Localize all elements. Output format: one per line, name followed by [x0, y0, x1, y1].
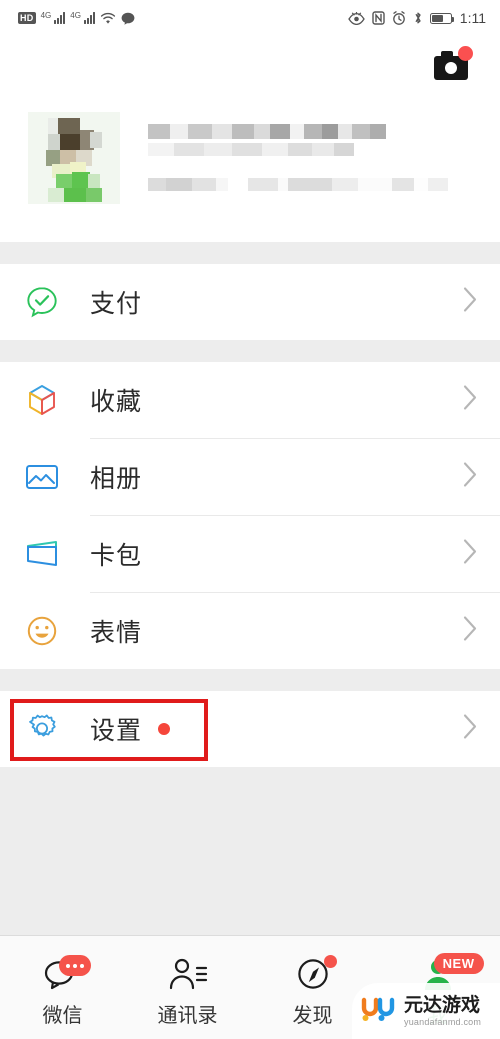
profile-card[interactable] [0, 98, 500, 242]
pay-icon [22, 285, 62, 319]
status-bar: HD 4G 4G 1:11 [0, 0, 500, 36]
discover-new-badge [323, 955, 337, 968]
menu-item-label: 表情 [90, 618, 143, 647]
favorites-cube-icon [22, 383, 62, 417]
nfc-icon [372, 11, 385, 25]
stickers-smiley-icon [22, 615, 62, 647]
tab-label: 通讯录 [157, 1003, 218, 1027]
menu-item-stickers[interactable]: 表情 [0, 593, 500, 669]
cards-wallet-icon [22, 539, 62, 569]
camera-lens-icon [445, 62, 457, 74]
settings-new-badge [158, 723, 171, 735]
message-bubble-icon [121, 12, 135, 25]
watermark-text: 元达游戏 yuandafanmd.com [404, 993, 482, 1027]
menu-item-label: 支付 [90, 289, 143, 318]
menu-group-settings: 设置 [0, 691, 500, 767]
album-photo-icon [22, 462, 62, 492]
profile-nickname [148, 124, 482, 139]
menu-item-cards[interactable]: 卡包 [0, 516, 500, 592]
avatar-px [86, 188, 102, 202]
tab-label: 发现 [292, 1003, 333, 1027]
battery-icon [429, 12, 455, 24]
avatar-px [48, 134, 60, 150]
tab-wechat[interactable]: 微信 [0, 936, 125, 1039]
profile-text [148, 112, 482, 191]
camera-new-badge [458, 46, 473, 61]
tab-contacts[interactable]: 通讯录 [125, 936, 250, 1039]
avatar-px [64, 188, 88, 202]
menu-group-pay: 支付 [0, 264, 500, 340]
chevron-right-icon [463, 714, 478, 745]
chevron-right-icon [463, 616, 478, 647]
yu-logo-icon [360, 996, 398, 1026]
chevron-right-icon [463, 385, 478, 416]
section-gap [0, 340, 500, 362]
profile-wechat-id [148, 178, 482, 191]
menu-group-tools: 收藏 相册 卡包 表情 [0, 362, 500, 669]
wechat-me-screen: HD 4G 4G 1:11 支付 收藏 相册 卡包 表情 设置 微信 通讯录 发… [0, 0, 500, 1039]
hd-badge: HD [18, 12, 36, 24]
signal-4g-1-icon: 4G [41, 12, 66, 24]
alarm-icon [392, 11, 406, 25]
camera-row [0, 36, 500, 98]
menu-item-label: 设置 [90, 716, 143, 745]
bottom-tab-bar: 微信 通讯录 发现 NEW 元达游戏 yuandafanmd.com [0, 935, 500, 1039]
menu-item-pay[interactable]: 支付 [0, 264, 500, 340]
site-watermark: 元达游戏 yuandafanmd.com [352, 983, 500, 1039]
status-bar-left: HD 4G 4G [18, 12, 135, 25]
wechat-unread-badge [58, 955, 91, 976]
tab-label: 微信 [42, 1003, 83, 1027]
status-bar-right: 1:11 [348, 10, 486, 26]
chat-bubble-icon [33, 953, 93, 995]
contacts-person-icon [158, 953, 218, 995]
bottom-filler [0, 767, 500, 935]
settings-gear-icon [22, 712, 62, 746]
status-bar-clock: 1:11 [459, 10, 486, 26]
discover-compass-icon [283, 953, 343, 995]
menu-item-label: 卡包 [90, 541, 143, 570]
menu-item-album[interactable]: 相册 [0, 439, 500, 515]
bluetooth-icon [413, 11, 423, 25]
wifi-icon [100, 12, 116, 25]
avatar[interactable] [28, 112, 120, 204]
chevron-right-icon [463, 287, 478, 318]
signal-4g-2-icon: 4G [70, 12, 95, 24]
watermark-brand: 元达游戏 [404, 993, 481, 1016]
menu-item-settings[interactable]: 设置 [0, 691, 500, 767]
avatar-px [88, 174, 100, 188]
eye-comfort-icon [348, 11, 365, 25]
menu-item-label: 相册 [90, 464, 143, 493]
watermark-url: yuandafanmd.com [404, 1016, 482, 1027]
menu-item-label: 收藏 [90, 387, 143, 416]
avatar-px [90, 132, 102, 148]
chevron-right-icon [463, 462, 478, 493]
menu-item-favorites[interactable]: 收藏 [0, 362, 500, 438]
me-new-badge: NEW [433, 953, 484, 974]
section-gap [0, 242, 500, 264]
section-gap [0, 669, 500, 691]
chevron-right-icon [463, 539, 478, 570]
profile-nickname-shadow [148, 143, 482, 156]
camera-button[interactable] [432, 46, 473, 82]
